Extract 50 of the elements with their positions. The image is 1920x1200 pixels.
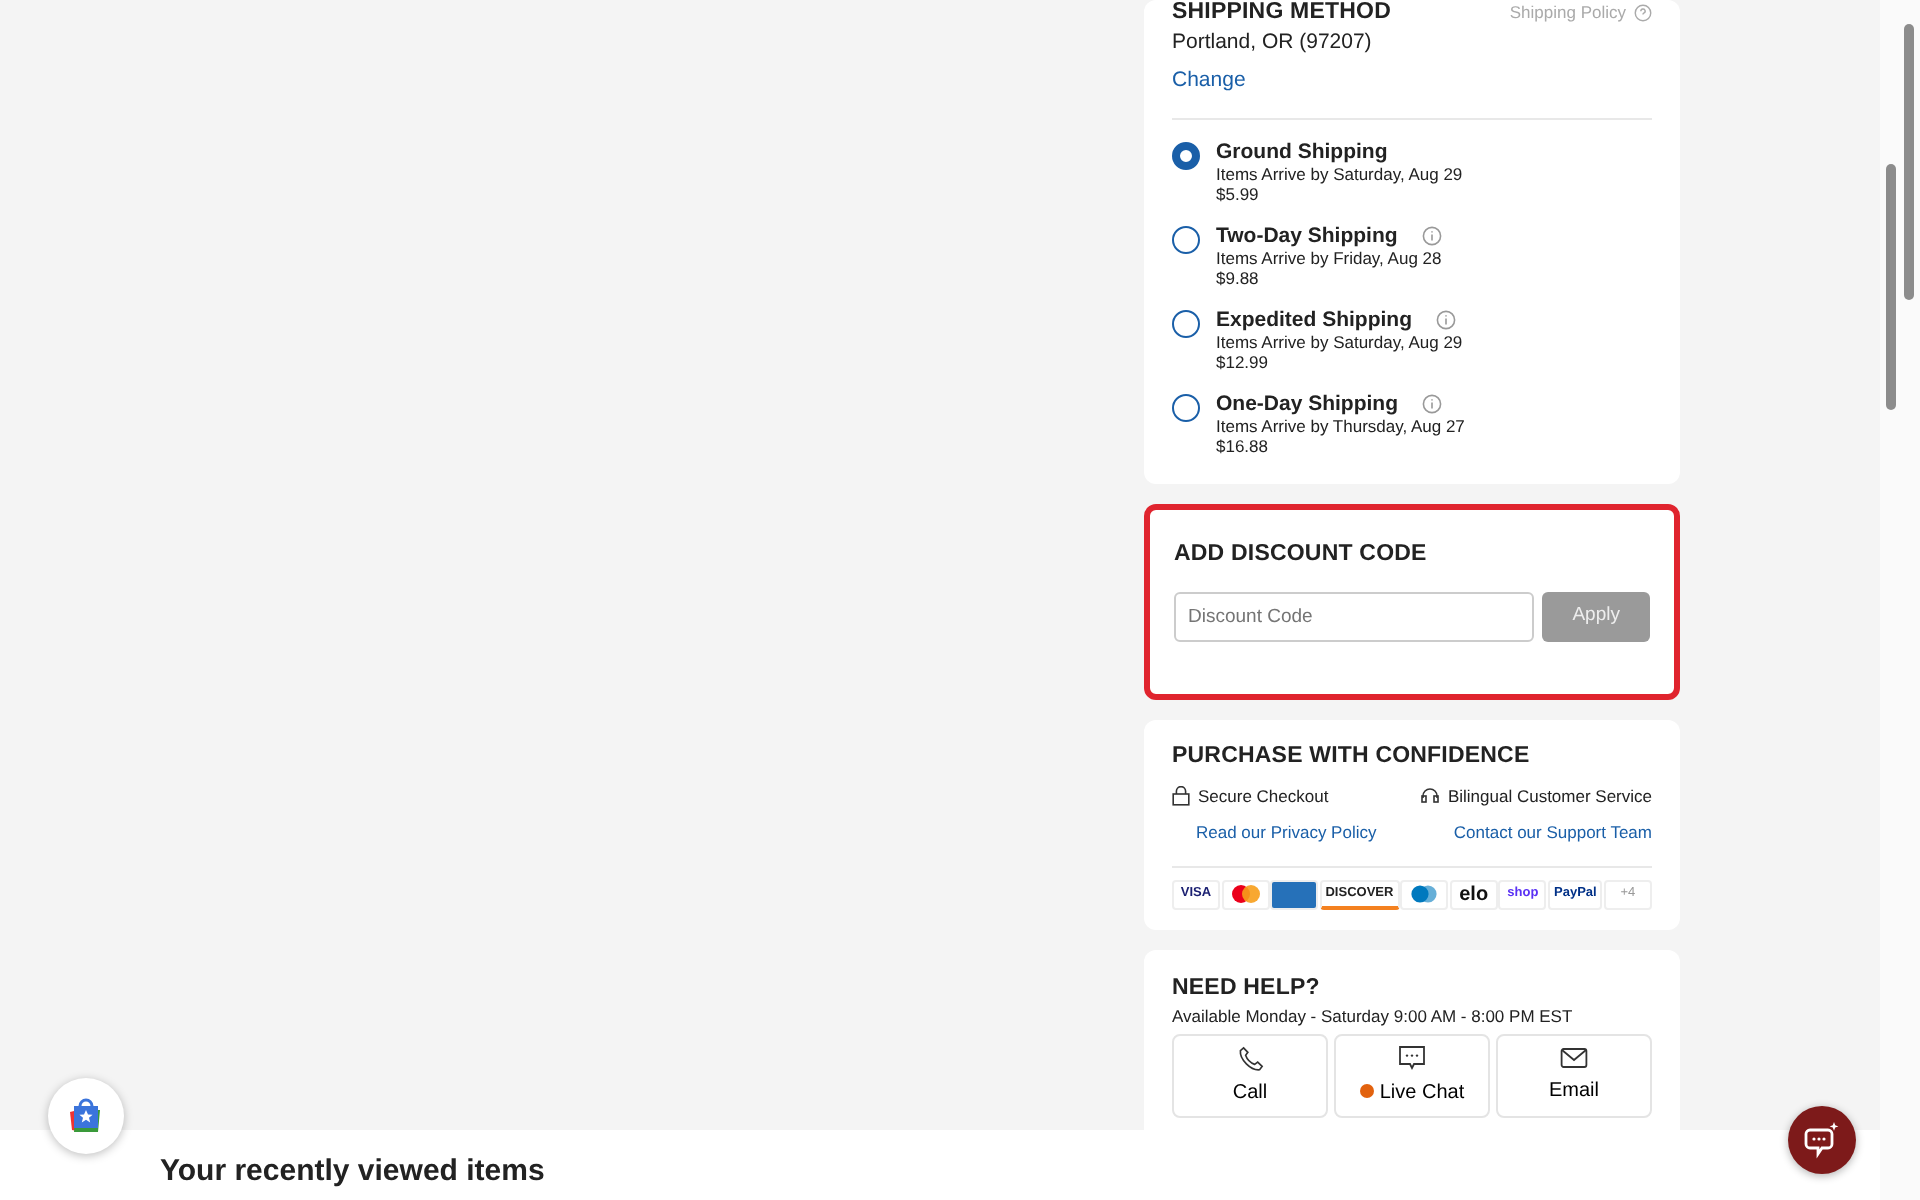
shipping-option[interactable]: Ground Shipping Items Arrive by Saturday, Aug 29 $5.99: [1172, 140, 1652, 205]
mastercard-logo-icon: [1221, 879, 1270, 910]
contact-button[interactable]: Call: [1172, 1034, 1328, 1118]
option-name: Two-Day Shipping: [1216, 224, 1398, 249]
shipping-price: $12.99: [1216, 352, 1270, 373]
feature-label: Bilingual Customer Service: [1447, 785, 1652, 806]
location-text: Portland, OR (97207): [1172, 30, 1374, 55]
section-heading: Your recently viewed items: [160, 1152, 547, 1192]
option-name: Ground Shipping: [1216, 140, 1388, 165]
radio-button[interactable]: [1172, 310, 1200, 339]
headset-icon: [1419, 785, 1440, 806]
help-icon: [1634, 4, 1652, 23]
chat-sparkle-icon: [1802, 1120, 1842, 1160]
payment-logo: elo: [1449, 879, 1498, 910]
lock-icon: [1172, 785, 1190, 806]
phone-icon: [1237, 1045, 1263, 1071]
shipping-option[interactable]: Expedited Shipping Items Arrive by Saturday, Aug 29 $12.99: [1172, 308, 1652, 373]
chat-icon: [1398, 1044, 1426, 1072]
section-title: NEED HELP?: [1172, 973, 1322, 1004]
contact-button[interactable]: Live Chat: [1334, 1034, 1490, 1118]
section-title: SHIPPING METHOD: [1172, 0, 1391, 28]
diners-logo-icon: [1400, 879, 1449, 910]
support-link[interactable]: Read our Privacy Policy: [1196, 821, 1377, 842]
support-link[interactable]: Contact our Support Team: [1453, 821, 1652, 842]
scrollbar[interactable]: [1880, 0, 1920, 1200]
hours-text: Available Monday - Saturday 9:00 AM - 8:00 PM EST: [1172, 1006, 1575, 1026]
shopping-bag-button[interactable]: [48, 1078, 124, 1154]
shipping-option[interactable]: Two-Day Shipping Items Arrive by Friday, Aug 28 $9.88: [1172, 224, 1652, 289]
shipping-price: $16.88: [1216, 436, 1270, 457]
discount-code-field[interactable]: Discount Code: [1174, 591, 1535, 641]
shipping-option[interactable]: One-Day Shipping Items Arrive by Thursday, Aug 27 $16.88: [1172, 392, 1652, 457]
shipping-price: $5.99: [1216, 184, 1261, 205]
radio-button[interactable]: [1172, 142, 1200, 171]
feature-label: Secure Checkout: [1198, 785, 1329, 806]
radio-button[interactable]: [1172, 394, 1200, 423]
arrival-date: Items Arrive by Thursday, Aug 27: [1216, 416, 1465, 437]
shipping-price: $9.88: [1216, 268, 1261, 289]
section-title: PURCHASE WITH CONFIDENCE: [1172, 741, 1532, 771]
arrival-date: Items Arrive by Saturday, Aug 29: [1216, 164, 1463, 185]
change-link[interactable]: Change: [1172, 66, 1246, 98]
shopping-bag-icon: [66, 1096, 106, 1136]
arrival-date: Items Arrive by Saturday, Aug 29: [1216, 332, 1463, 353]
option-name: One-Day Shipping: [1216, 392, 1399, 417]
radio-button[interactable]: [1172, 226, 1200, 255]
section-title: ADD DISCOUNT CODE: [1174, 540, 1429, 571]
option-name: Expedited Shipping: [1216, 308, 1413, 333]
mail-icon: [1560, 1046, 1588, 1070]
contact-button[interactable]: Email: [1496, 1034, 1652, 1118]
arrival-date: Items Arrive by Friday, Aug 28: [1216, 248, 1442, 269]
chat-assistant-button[interactable]: [1788, 1106, 1856, 1174]
